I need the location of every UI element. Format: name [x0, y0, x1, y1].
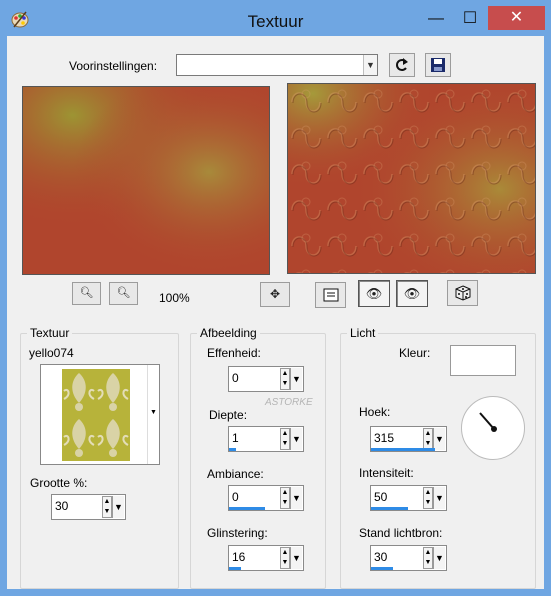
- texture-picker[interactable]: ▼: [40, 364, 160, 465]
- spin-updown-icon[interactable]: ▲ ▼: [280, 487, 290, 509]
- floppy-disk-icon: [431, 58, 445, 72]
- texture-group-title: Textuur: [27, 326, 73, 340]
- intensity-spinner[interactable]: 50 ▲ ▼ ▼: [370, 485, 447, 511]
- show-on-image-button[interactable]: 👁︎: [358, 280, 390, 307]
- image-group-title: Afbeelding: [197, 326, 260, 340]
- light-position-label: Stand lichtbron:: [359, 526, 443, 540]
- texture-dialog: Textuur — ☐ ✕ Voorinstellingen: ▼ 🔍︎ 🔍︎ …: [0, 0, 551, 596]
- spin-updown-icon[interactable]: ▲ ▼: [102, 496, 112, 518]
- chevron-down-icon[interactable]: ▼: [433, 428, 445, 450]
- eye-lock-icon: 👁︎: [403, 286, 421, 301]
- spin-updown-icon[interactable]: ▲ ▼: [423, 428, 433, 450]
- dialog-client-area: Voorinstellingen: ▼ 🔍︎ 🔍︎ 100% ✥ 👁︎ 👁︎ T…: [7, 36, 544, 589]
- light-angle-dial[interactable]: [461, 396, 525, 460]
- move-arrows-icon: ✥: [269, 287, 281, 301]
- chevron-down-icon[interactable]: ▼: [290, 487, 302, 509]
- spin-updown-icon[interactable]: ▲ ▼: [280, 428, 290, 450]
- reset-preset-button[interactable]: [389, 53, 415, 77]
- angle-spinner[interactable]: 315 ▲ ▼ ▼: [370, 426, 447, 452]
- angle-label: Hoek:: [359, 405, 391, 419]
- light-color-label: Kleur:: [399, 346, 431, 360]
- ambiance-label: Ambiance:: [207, 467, 264, 481]
- toggle-preview-button[interactable]: [315, 282, 346, 308]
- texture-name: yello074: [29, 346, 74, 360]
- dial-needle-icon: [479, 412, 497, 432]
- watermark: ASTORKE: [265, 397, 313, 408]
- chevron-down-icon[interactable]: ▼: [290, 368, 302, 390]
- angle-value: 315: [374, 431, 395, 445]
- zoom-percent: 100%: [159, 291, 190, 305]
- shininess-label: Glinstering:: [207, 526, 268, 540]
- ambiance-level-bar: [229, 507, 265, 510]
- depth-spinner[interactable]: 1 ▲ ▼ ▼: [228, 426, 304, 452]
- smoothness-value: 0: [232, 371, 239, 385]
- shininess-value: 16: [232, 550, 246, 564]
- chevron-down-icon[interactable]: ▼: [112, 496, 124, 518]
- texture-swatch: [62, 369, 130, 461]
- auto-proof-button[interactable]: 👁︎: [396, 280, 428, 307]
- original-preview[interactable]: [22, 86, 270, 275]
- chevron-down-icon[interactable]: ▼: [433, 487, 445, 509]
- maximize-button[interactable]: ☐: [456, 8, 484, 30]
- smoothness-label: Effenheid:: [207, 346, 261, 360]
- light-color-swatch[interactable]: [450, 345, 516, 376]
- zoom-out-icon: 🔍︎: [79, 287, 94, 299]
- zoom-in-icon: 🔍︎: [116, 287, 131, 299]
- minimize-button[interactable]: —: [422, 8, 450, 30]
- presets-label: Voorinstellingen:: [69, 59, 158, 73]
- pan-button[interactable]: ✥: [260, 282, 290, 307]
- intensity-value: 50: [374, 490, 388, 504]
- presets-combo[interactable]: ▼: [176, 54, 378, 76]
- ambiance-value: 0: [232, 490, 239, 504]
- light-group-title: Licht: [347, 326, 379, 340]
- original-preview-image: [23, 87, 269, 274]
- zoom-out-button[interactable]: 🔍︎: [72, 282, 101, 305]
- chevron-down-icon[interactable]: ▼: [363, 55, 377, 75]
- size-spinner[interactable]: 30 ▲ ▼ ▼: [51, 494, 126, 520]
- title-bar[interactable]: Textuur — ☐ ✕: [0, 0, 551, 36]
- light-position-level-bar: [371, 567, 393, 570]
- watermark-text: ASTORKE: [265, 397, 313, 408]
- ambiance-spinner[interactable]: 0 ▲ ▼ ▼: [228, 485, 304, 511]
- spin-updown-icon[interactable]: ▲ ▼: [280, 547, 290, 569]
- spin-updown-icon[interactable]: ▲ ▼: [423, 547, 433, 569]
- size-label: Grootte %:: [30, 476, 88, 490]
- light-position-spinner[interactable]: 30 ▲ ▼ ▼: [370, 545, 447, 571]
- size-value: 30: [55, 499, 69, 513]
- save-preset-button[interactable]: [425, 53, 451, 77]
- smoothness-spinner[interactable]: 0 ▲ ▼ ▼: [228, 366, 304, 392]
- intensity-level-bar: [371, 507, 408, 510]
- chevron-down-icon[interactable]: ▼: [433, 547, 445, 569]
- depth-value: 1: [232, 431, 239, 445]
- texture-dropdown-arrow-icon[interactable]: ▼: [147, 365, 159, 464]
- depth-label: Diepte:: [209, 408, 248, 422]
- shininess-spinner[interactable]: 16 ▲ ▼ ▼: [228, 545, 304, 571]
- reset-arrow-icon: [396, 58, 408, 71]
- chevron-down-icon[interactable]: ▼: [290, 547, 302, 569]
- shininess-level-bar: [229, 567, 241, 570]
- spin-updown-icon[interactable]: ▲ ▼: [423, 487, 433, 509]
- depth-level-bar: [229, 448, 236, 451]
- result-preview-image: [288, 84, 535, 273]
- dice-icon: [455, 285, 470, 301]
- light-position-value: 30: [374, 550, 388, 564]
- close-button[interactable]: ✕: [488, 6, 545, 30]
- result-preview[interactable]: [287, 83, 536, 274]
- preview-panel-icon: [323, 288, 338, 302]
- chevron-down-icon[interactable]: ▼: [290, 428, 302, 450]
- randomize-button[interactable]: [447, 280, 478, 306]
- spin-updown-icon[interactable]: ▲ ▼: [280, 368, 290, 390]
- eye-icon: 👁︎: [365, 286, 383, 301]
- zoom-in-button[interactable]: 🔍︎: [109, 282, 138, 305]
- angle-level-bar: [371, 448, 435, 451]
- intensity-label: Intensiteit:: [359, 466, 414, 480]
